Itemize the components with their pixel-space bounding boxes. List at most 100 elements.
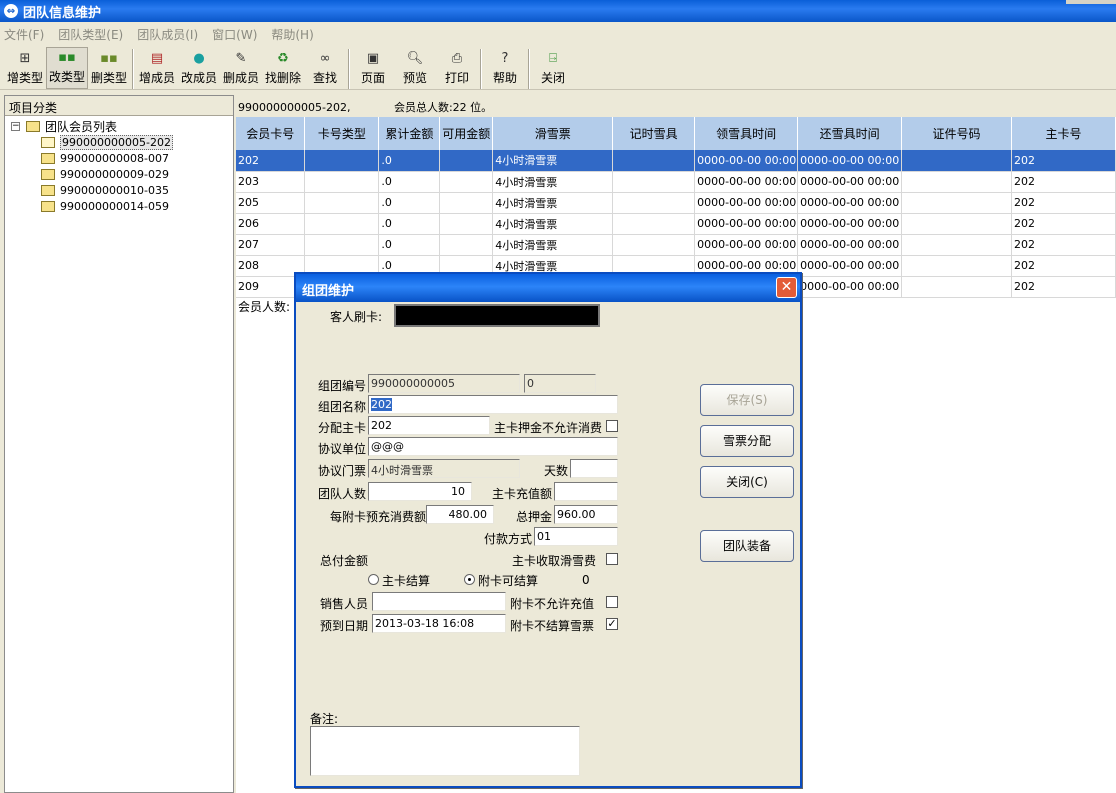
- team-count-label: 团队人数: [318, 487, 367, 501]
- main-recharge-field[interactable]: [554, 482, 618, 501]
- sub-settle-radio[interactable]: [464, 574, 475, 585]
- days-field[interactable]: [570, 459, 618, 478]
- table-cell: [304, 213, 380, 235]
- agreement-unit-field[interactable]: @@@: [368, 437, 618, 456]
- sub-no-settle-checkbox[interactable]: ✓: [606, 618, 618, 630]
- table-row[interactable]: 207 .0 4小时滑雪票 0000-00-00 00:00 0000-00-00 00…: [236, 234, 1116, 256]
- menu-help[interactable]: 帮助(H): [271, 26, 313, 43]
- column-header[interactable]: 可用金额: [439, 117, 494, 150]
- ticket-allocate-button[interactable]: 雪票分配: [700, 425, 794, 457]
- tree-item[interactable]: 990000000014-059: [11, 198, 233, 214]
- sales-field[interactable]: [372, 592, 506, 611]
- total-deposit-field[interactable]: 960.00: [554, 505, 618, 524]
- edit-type-button[interactable]: ▪▪ 改类型: [46, 47, 88, 89]
- table-row[interactable]: 202 .0 4小时滑雪票 0000-00-00 00:00 0000-00-00 00…: [236, 150, 1116, 172]
- table-cell: 202: [1011, 255, 1116, 277]
- column-header[interactable]: 领雪具时间: [694, 117, 799, 150]
- preview-button[interactable]: 🔍︎ 预览: [394, 47, 436, 89]
- delete-member-button[interactable]: ✎ 删成员: [220, 47, 262, 89]
- arrival-field[interactable]: 2013-03-18 16:08: [372, 614, 506, 633]
- tree-root[interactable]: − 团队会员列表: [11, 118, 233, 134]
- swipe-card-field[interactable]: [394, 304, 600, 327]
- table-cell: [612, 192, 696, 214]
- table-cell: 0000-00-00 00:00: [797, 255, 903, 277]
- agreement-unit-label: 协议单位: [318, 442, 367, 456]
- menu-team-type[interactable]: 团队类型(E): [58, 26, 123, 43]
- main-card-field[interactable]: 202: [368, 416, 490, 435]
- main-collect-checkbox[interactable]: [606, 553, 618, 565]
- table-cell: [612, 213, 696, 235]
- table-cell: 207: [236, 234, 306, 256]
- tree-item[interactable]: 990000000010-035: [11, 182, 233, 198]
- print-label: 打印: [444, 71, 469, 85]
- deposit-no-consume-checkbox[interactable]: [606, 420, 618, 432]
- group-name-field[interactable]: 202: [368, 395, 618, 414]
- find-deleted-button[interactable]: ♻ 找删除: [262, 47, 304, 89]
- add-member-button[interactable]: ▤ 增成员: [136, 47, 178, 89]
- total-paid-label: 总付金额: [320, 554, 369, 568]
- menu-file[interactable]: 文件(F): [4, 26, 44, 43]
- team-count-field[interactable]: 10: [368, 482, 472, 501]
- print-button[interactable]: ⎙ 打印: [436, 47, 478, 89]
- window-titlebar: ⇔ 团队信息维护: [0, 0, 1116, 22]
- payment-label: 付款方式: [484, 532, 533, 546]
- sub-no-recharge-checkbox[interactable]: [606, 596, 618, 608]
- main-recharge-label: 主卡充值额: [492, 487, 553, 501]
- menu-window[interactable]: 窗口(W): [212, 26, 257, 43]
- total-deposit-label: 总押金: [516, 510, 553, 524]
- tree-item[interactable]: 990000000009-029: [11, 166, 233, 182]
- table-cell: [304, 234, 380, 256]
- table-row[interactable]: 205 .0 4小时滑雪票 0000-00-00 00:00 0000-00-00 00…: [236, 192, 1116, 214]
- page-button[interactable]: ▣ 页面: [352, 47, 394, 89]
- team-equipment-button[interactable]: 团队装备: [700, 530, 794, 562]
- table-cell: .0: [378, 150, 441, 172]
- table-cell: [901, 255, 1012, 277]
- column-header[interactable]: 滑雪票: [492, 117, 614, 150]
- table-cell: 202: [1011, 276, 1116, 298]
- column-header[interactable]: 记时雪具: [612, 117, 696, 150]
- preview-icon: 🔍︎: [406, 50, 424, 66]
- group-maintenance-dialog: 组团维护 ✕ 客人刷卡: 组团编号 990000000005 0 组团名称 20…: [294, 272, 802, 788]
- tree-item[interactable]: 990000000005-202: [11, 134, 233, 150]
- page-setup-icon: ▣: [366, 50, 380, 66]
- search-label: 查找: [312, 71, 337, 85]
- tree-item-label: 990000000009-029: [60, 167, 169, 181]
- collapse-icon[interactable]: −: [11, 121, 20, 131]
- edit-member-button[interactable]: ● 改成员: [178, 47, 220, 89]
- table-cell: 0000-00-00 00:00: [797, 213, 903, 235]
- table-cell: 4小时滑雪票: [492, 192, 614, 214]
- search-button[interactable]: ∞ 查找: [304, 47, 346, 89]
- table-cell: 4小时滑雪票: [492, 234, 614, 256]
- column-header[interactable]: 还雪具时间: [797, 117, 903, 150]
- column-header[interactable]: 卡号类型: [304, 117, 380, 150]
- close-button[interactable]: ⍈ 关闭: [532, 47, 574, 89]
- delete-type-label: 删类型: [90, 71, 127, 85]
- column-header[interactable]: 会员卡号: [236, 117, 306, 150]
- remarks-field[interactable]: [310, 726, 580, 776]
- column-header[interactable]: 累计金额: [378, 117, 441, 150]
- help-button[interactable]: ? 帮助: [484, 47, 526, 89]
- main-card-label: 分配主卡: [318, 421, 367, 435]
- save-button[interactable]: 保存(S): [700, 384, 794, 416]
- column-header[interactable]: 主卡号: [1011, 117, 1116, 150]
- table-cell: 202: [1011, 234, 1116, 256]
- main-settle-radio[interactable]: [368, 574, 379, 585]
- dialog-close-icon[interactable]: ✕: [776, 277, 797, 298]
- delete-type-button[interactable]: ▪▪ 删类型: [88, 47, 130, 89]
- per-card-prepay-field[interactable]: 480.00: [426, 505, 494, 524]
- toolbar-separator: [528, 49, 530, 89]
- column-header[interactable]: 证件号码: [901, 117, 1012, 150]
- table-row[interactable]: 206 .0 4小时滑雪票 0000-00-00 00:00 0000-00-00 00…: [236, 213, 1116, 235]
- menu-bar: 文件(F) 团队类型(E) 团队成员(I) 窗口(W) 帮助(H): [0, 24, 1116, 44]
- table-cell: [612, 171, 696, 193]
- add-type-button[interactable]: ⊞ 增类型: [4, 47, 46, 89]
- folder-icon: [41, 184, 55, 196]
- tree-item[interactable]: 990000000008-007: [11, 150, 233, 166]
- member-count-label: 会员人数:: [238, 300, 291, 314]
- folder-icon: [41, 152, 55, 164]
- table-row[interactable]: 203 .0 4小时滑雪票 0000-00-00 00:00 0000-00-00 00…: [236, 171, 1116, 193]
- dialog-close-button[interactable]: 关闭(C): [700, 466, 794, 498]
- category-tree: − 团队会员列表 990000000005-202 990000000008-0…: [5, 116, 233, 214]
- menu-team-member[interactable]: 团队成员(I): [137, 26, 198, 43]
- payment-field[interactable]: 01: [534, 527, 618, 546]
